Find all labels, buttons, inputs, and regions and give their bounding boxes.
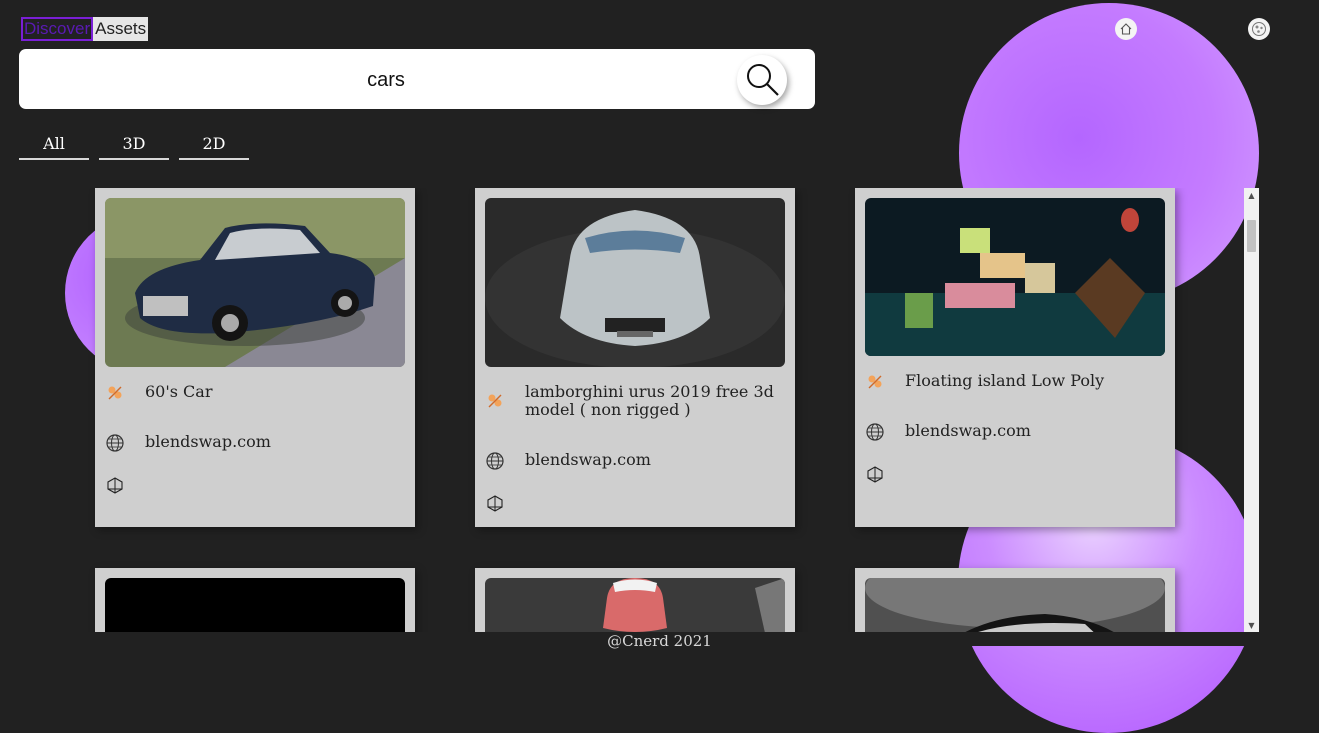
tab-3d[interactable]: 3D [99, 134, 169, 160]
asset-title[interactable]: Floating island Low Poly [905, 372, 1165, 390]
logo-word-discover: Discover [21, 17, 94, 41]
tab-2d[interactable]: 2D [179, 134, 249, 160]
home-button[interactable] [1115, 18, 1137, 40]
tab-all[interactable]: All [19, 134, 89, 160]
footer: @Cnerd 2021 [0, 632, 1319, 650]
logo[interactable]: Discover Assets [21, 17, 149, 41]
result-card[interactable] [475, 568, 795, 632]
asset-type-row [105, 475, 125, 495]
result-card[interactable]: lamborghini urus 2019 free 3d model ( no… [475, 188, 795, 527]
asset-thumbnail[interactable] [485, 198, 785, 367]
asset-source[interactable]: blendswap.com [525, 451, 785, 469]
film-reel-icon [105, 383, 125, 403]
asset-thumbnail[interactable] [105, 578, 405, 632]
asset-thumbnail[interactable] [485, 578, 785, 632]
search-input[interactable] [39, 59, 733, 101]
home-icon [1120, 23, 1132, 35]
asset-type-row [865, 464, 885, 484]
profile-button[interactable] [1248, 18, 1270, 40]
search-icon [747, 64, 779, 96]
globe-icon [105, 433, 125, 453]
asset-title-row: Floating island Low Poly [865, 372, 1165, 392]
asset-source-row: blendswap.com [105, 433, 405, 453]
asset-type-row [485, 493, 505, 513]
result-card[interactable] [95, 568, 415, 632]
scroll-down-arrow-icon[interactable]: ▼ [1244, 618, 1259, 632]
globe-icon [485, 451, 505, 471]
3d-model-icon [865, 464, 885, 484]
asset-thumbnail[interactable] [105, 198, 405, 367]
logo-word-assets: Assets [93, 17, 149, 41]
asset-title-row: lamborghini urus 2019 free 3d model ( no… [485, 383, 785, 419]
result-card[interactable]: 60's Car blendswap.com [95, 188, 415, 527]
asset-thumbnail[interactable] [865, 198, 1165, 356]
asset-source[interactable]: blendswap.com [145, 433, 405, 451]
film-reel-icon [865, 372, 885, 392]
asset-source-row: blendswap.com [865, 422, 1165, 442]
scrollbar[interactable]: ▲ ▼ [1244, 188, 1259, 632]
search-button[interactable] [737, 55, 787, 105]
film-reel-icon [485, 391, 505, 411]
results-grid: 60's Car blendswap.com lamborghini urus … [0, 188, 1244, 632]
asset-source-row: blendswap.com [485, 451, 785, 471]
search-bar [19, 49, 815, 109]
globe-icon [865, 422, 885, 442]
3d-model-icon [485, 493, 505, 513]
asset-title-row: 60's Car [105, 383, 405, 403]
asset-title[interactable]: 60's Car [145, 383, 405, 401]
result-card[interactable]: Floating island Low Poly blendswap.com [855, 188, 1175, 527]
asset-source[interactable]: blendswap.com [905, 422, 1165, 440]
scroll-up-arrow-icon[interactable]: ▲ [1244, 188, 1259, 202]
asset-thumbnail[interactable] [865, 578, 1165, 632]
asset-title[interactable]: lamborghini urus 2019 free 3d model ( no… [525, 383, 785, 419]
result-card[interactable] [855, 568, 1175, 632]
profile-icon [1252, 22, 1266, 36]
scrollbar-thumb[interactable] [1247, 220, 1256, 252]
footer-text: @Cnerd 2021 [607, 632, 712, 650]
3d-model-icon [105, 475, 125, 495]
